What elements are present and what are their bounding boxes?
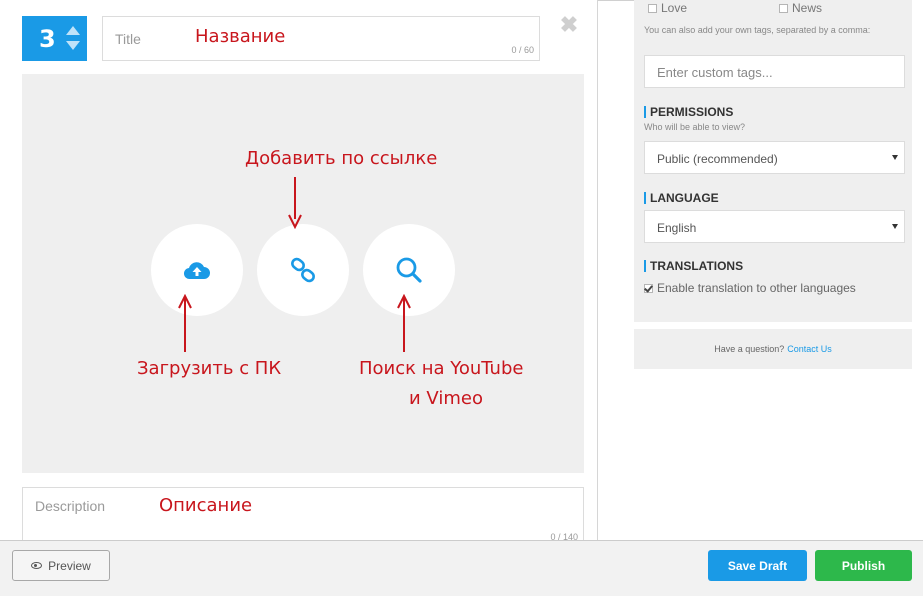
custom-tags-placeholder: Enter custom tags... — [657, 65, 773, 80]
checkbox-icon[interactable] — [779, 3, 788, 13]
media-dropzone — [22, 74, 584, 473]
upload-button[interactable] — [151, 224, 243, 316]
tag-news-checkbox[interactable]: News — [779, 1, 822, 15]
save-draft-button[interactable]: Save Draft — [708, 550, 807, 581]
tag-love-label: Love — [661, 1, 688, 15]
annotation-title: Название — [195, 26, 286, 47]
description-input[interactable]: Description 0 / 140 — [22, 487, 584, 547]
custom-tags-input[interactable]: Enter custom tags... — [644, 55, 905, 88]
publish-button[interactable]: Publish — [815, 550, 912, 581]
item-number: 3 — [39, 24, 56, 53]
title-input[interactable]: Title 0 / 60 — [102, 16, 540, 61]
help-text: Have a question? — [714, 344, 785, 354]
language-selected: English — [657, 221, 697, 235]
arrow-down-to-link-icon — [288, 177, 302, 229]
preview-label: Preview — [48, 558, 91, 573]
increment-icon[interactable] — [66, 26, 80, 35]
tag-love-checkbox[interactable]: Love — [648, 1, 687, 15]
close-icon[interactable]: ✖ — [559, 14, 579, 36]
add-by-link-button[interactable] — [257, 224, 349, 316]
arrow-up-to-search-icon — [397, 294, 411, 352]
settings-sidebar: Love News You can also add your own tags… — [634, 0, 912, 322]
cloud-upload-icon — [183, 262, 210, 280]
item-editor: 3 Title 0 / 60 ✖ Description 0 / 140 — [0, 0, 598, 547]
checkbox-checked-icon[interactable] — [644, 283, 653, 293]
custom-tags-hint: You can also add your own tags, separate… — [644, 25, 871, 35]
chevron-down-icon — [892, 155, 898, 160]
help-box: Have a question? Contact Us — [634, 329, 912, 369]
permissions-subheading: Who will be able to view? — [644, 122, 746, 132]
eye-icon — [31, 562, 43, 569]
enable-translation-label: Enable translation to other languages — [657, 281, 856, 295]
permissions-heading-text: PERMISSIONS — [650, 105, 734, 119]
save-draft-label: Save Draft — [727, 558, 788, 573]
section-accent-bar — [644, 106, 646, 118]
language-heading-text: LANGUAGE — [650, 191, 719, 205]
annotation-link: Добавить по ссылке — [245, 148, 438, 169]
decrement-icon[interactable] — [66, 41, 80, 50]
right-gutter — [912, 0, 923, 540]
title-placeholder: Title — [115, 31, 141, 47]
annotation-search-line2: и Vimeo — [409, 388, 483, 409]
enable-translation-checkbox[interactable]: Enable translation to other languages — [644, 281, 856, 295]
link-icon — [291, 257, 315, 283]
language-select[interactable]: English — [644, 210, 905, 243]
contact-us-link[interactable]: Contact Us — [787, 344, 832, 354]
publish-label: Publish — [841, 558, 886, 573]
section-accent-bar — [644, 192, 646, 204]
annotation-search-line1: Поиск на YouTube — [359, 358, 524, 379]
language-heading: LANGUAGE — [644, 191, 719, 205]
translations-heading: TRANSLATIONS — [644, 259, 743, 273]
item-number-stepper[interactable]: 3 — [22, 16, 87, 61]
chevron-down-icon — [892, 224, 898, 229]
title-char-counter: 0 / 60 — [511, 45, 534, 55]
checkbox-icon[interactable] — [648, 3, 657, 13]
stepper-arrows[interactable] — [66, 26, 80, 52]
tag-news-label: News — [792, 1, 823, 15]
permissions-select[interactable]: Public (recommended) — [644, 141, 905, 174]
preview-button[interactable]: Preview — [12, 550, 110, 581]
annotation-upload: Загрузить с ПК — [137, 358, 282, 379]
section-accent-bar — [644, 260, 646, 272]
action-bar: Preview Save Draft Publish — [0, 540, 923, 596]
search-icon — [396, 257, 422, 283]
permissions-heading: PERMISSIONS — [644, 105, 733, 119]
arrow-up-to-upload-icon — [178, 294, 192, 352]
permissions-selected: Public (recommended) — [657, 152, 778, 166]
translations-heading-text: TRANSLATIONS — [650, 259, 744, 273]
annotation-description: Описание — [159, 495, 253, 516]
description-placeholder: Description — [35, 498, 106, 514]
